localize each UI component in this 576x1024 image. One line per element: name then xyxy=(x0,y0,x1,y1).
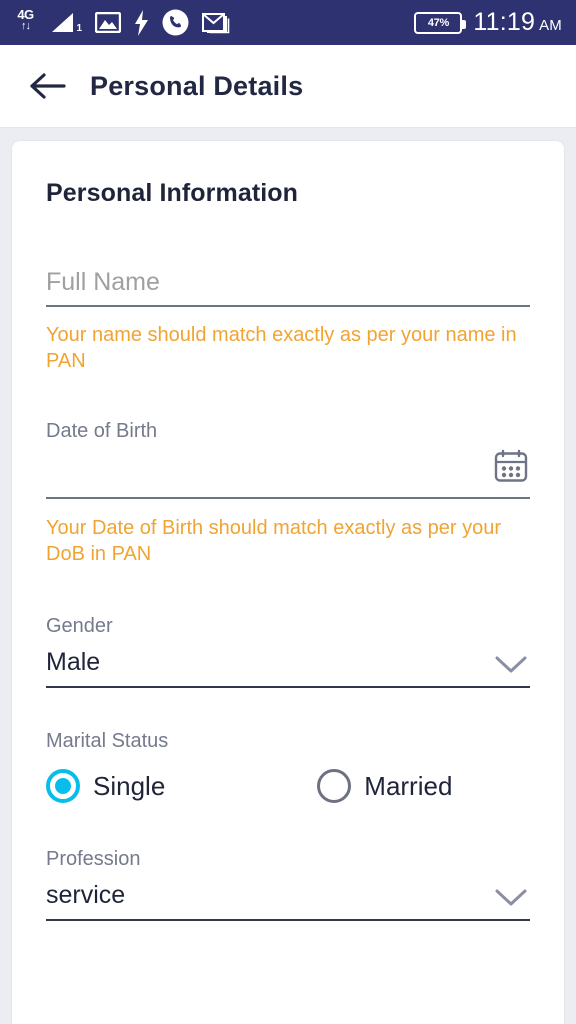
battery-percent-label: 47% xyxy=(427,16,449,29)
full-name-field[interactable]: Full Name xyxy=(46,268,530,307)
radio-married-indicator[interactable] xyxy=(317,769,352,803)
profession-value: service xyxy=(46,881,126,909)
4g-data-icon: 4G ↑↓ xyxy=(12,6,39,37)
date-of-birth-field[interactable]: Date of Birth xyxy=(46,420,530,499)
profession-label: Profession xyxy=(46,848,141,870)
date-of-birth-input-row[interactable] xyxy=(46,443,530,497)
4g-label: 4G xyxy=(17,6,34,22)
app-bar: Personal Details xyxy=(0,45,576,128)
status-bar-right: 47% 11:19 AM xyxy=(414,8,562,37)
flash-icon xyxy=(134,9,149,36)
chevron-down-icon[interactable] xyxy=(494,654,528,681)
signal-triangle xyxy=(52,12,73,32)
phone-icon xyxy=(162,9,189,36)
profession-select-row[interactable]: service xyxy=(46,881,530,919)
gender-select-row[interactable]: Male xyxy=(46,648,530,686)
clock: 11:19 AM xyxy=(473,8,562,37)
calendar-icon[interactable] xyxy=(492,447,530,490)
status-bar: 4G ↑↓ 1 47% 11:19 AM xyxy=(0,0,576,45)
gender-underline xyxy=(46,686,530,688)
radio-single-indicator[interactable] xyxy=(46,769,80,803)
marital-status-label: Marital Status xyxy=(46,730,169,752)
chevron-down-icon[interactable] xyxy=(494,887,528,914)
date-of-birth-helper-text: Your Date of Birth should match exactly … xyxy=(46,517,502,565)
radio-option-married[interactable]: Married xyxy=(317,769,452,803)
profession-field[interactable]: Profession service xyxy=(46,848,530,921)
clock-meridiem: AM xyxy=(539,17,562,34)
radio-option-single[interactable]: Single xyxy=(46,769,165,803)
full-name-underline xyxy=(46,305,530,307)
marital-status-radio-group: Single Married xyxy=(46,769,530,803)
profession-underline xyxy=(46,919,530,921)
gmail-icon xyxy=(202,10,230,36)
battery-icon: 47% xyxy=(414,11,467,34)
radio-married-label: Married xyxy=(364,770,453,801)
back-button[interactable] xyxy=(26,64,70,108)
radio-single-label: Single xyxy=(93,770,166,801)
page-title: Personal Details xyxy=(90,70,304,101)
full-name-placeholder: Full Name xyxy=(46,268,160,296)
date-of-birth-label: Date of Birth xyxy=(46,420,158,442)
gallery-icon xyxy=(95,12,121,33)
marital-status-field: Marital Status Single Married xyxy=(46,730,530,803)
section-heading: Personal Information xyxy=(46,179,299,207)
full-name-helper-text: Your name should match exactly as per yo… xyxy=(46,324,517,372)
personal-information-card: Personal Information Full Name Your name… xyxy=(11,140,565,1024)
4g-arrows: ↑↓ xyxy=(21,19,31,32)
date-of-birth-underline xyxy=(46,497,530,499)
status-bar-left-icons: 4G ↑↓ 1 xyxy=(12,6,230,37)
phone-screen: 4G ↑↓ 1 47% 11:19 AM Personal Details Pe… xyxy=(0,0,576,1024)
signal-bars-icon: 1 xyxy=(52,11,82,35)
gender-field[interactable]: Gender Male xyxy=(46,615,530,688)
sim-index-label: 1 xyxy=(76,22,82,34)
gender-label: Gender xyxy=(46,615,113,637)
back-arrow-icon xyxy=(30,73,66,99)
clock-time: 11:19 xyxy=(473,8,536,36)
gender-value: Male xyxy=(46,648,101,676)
